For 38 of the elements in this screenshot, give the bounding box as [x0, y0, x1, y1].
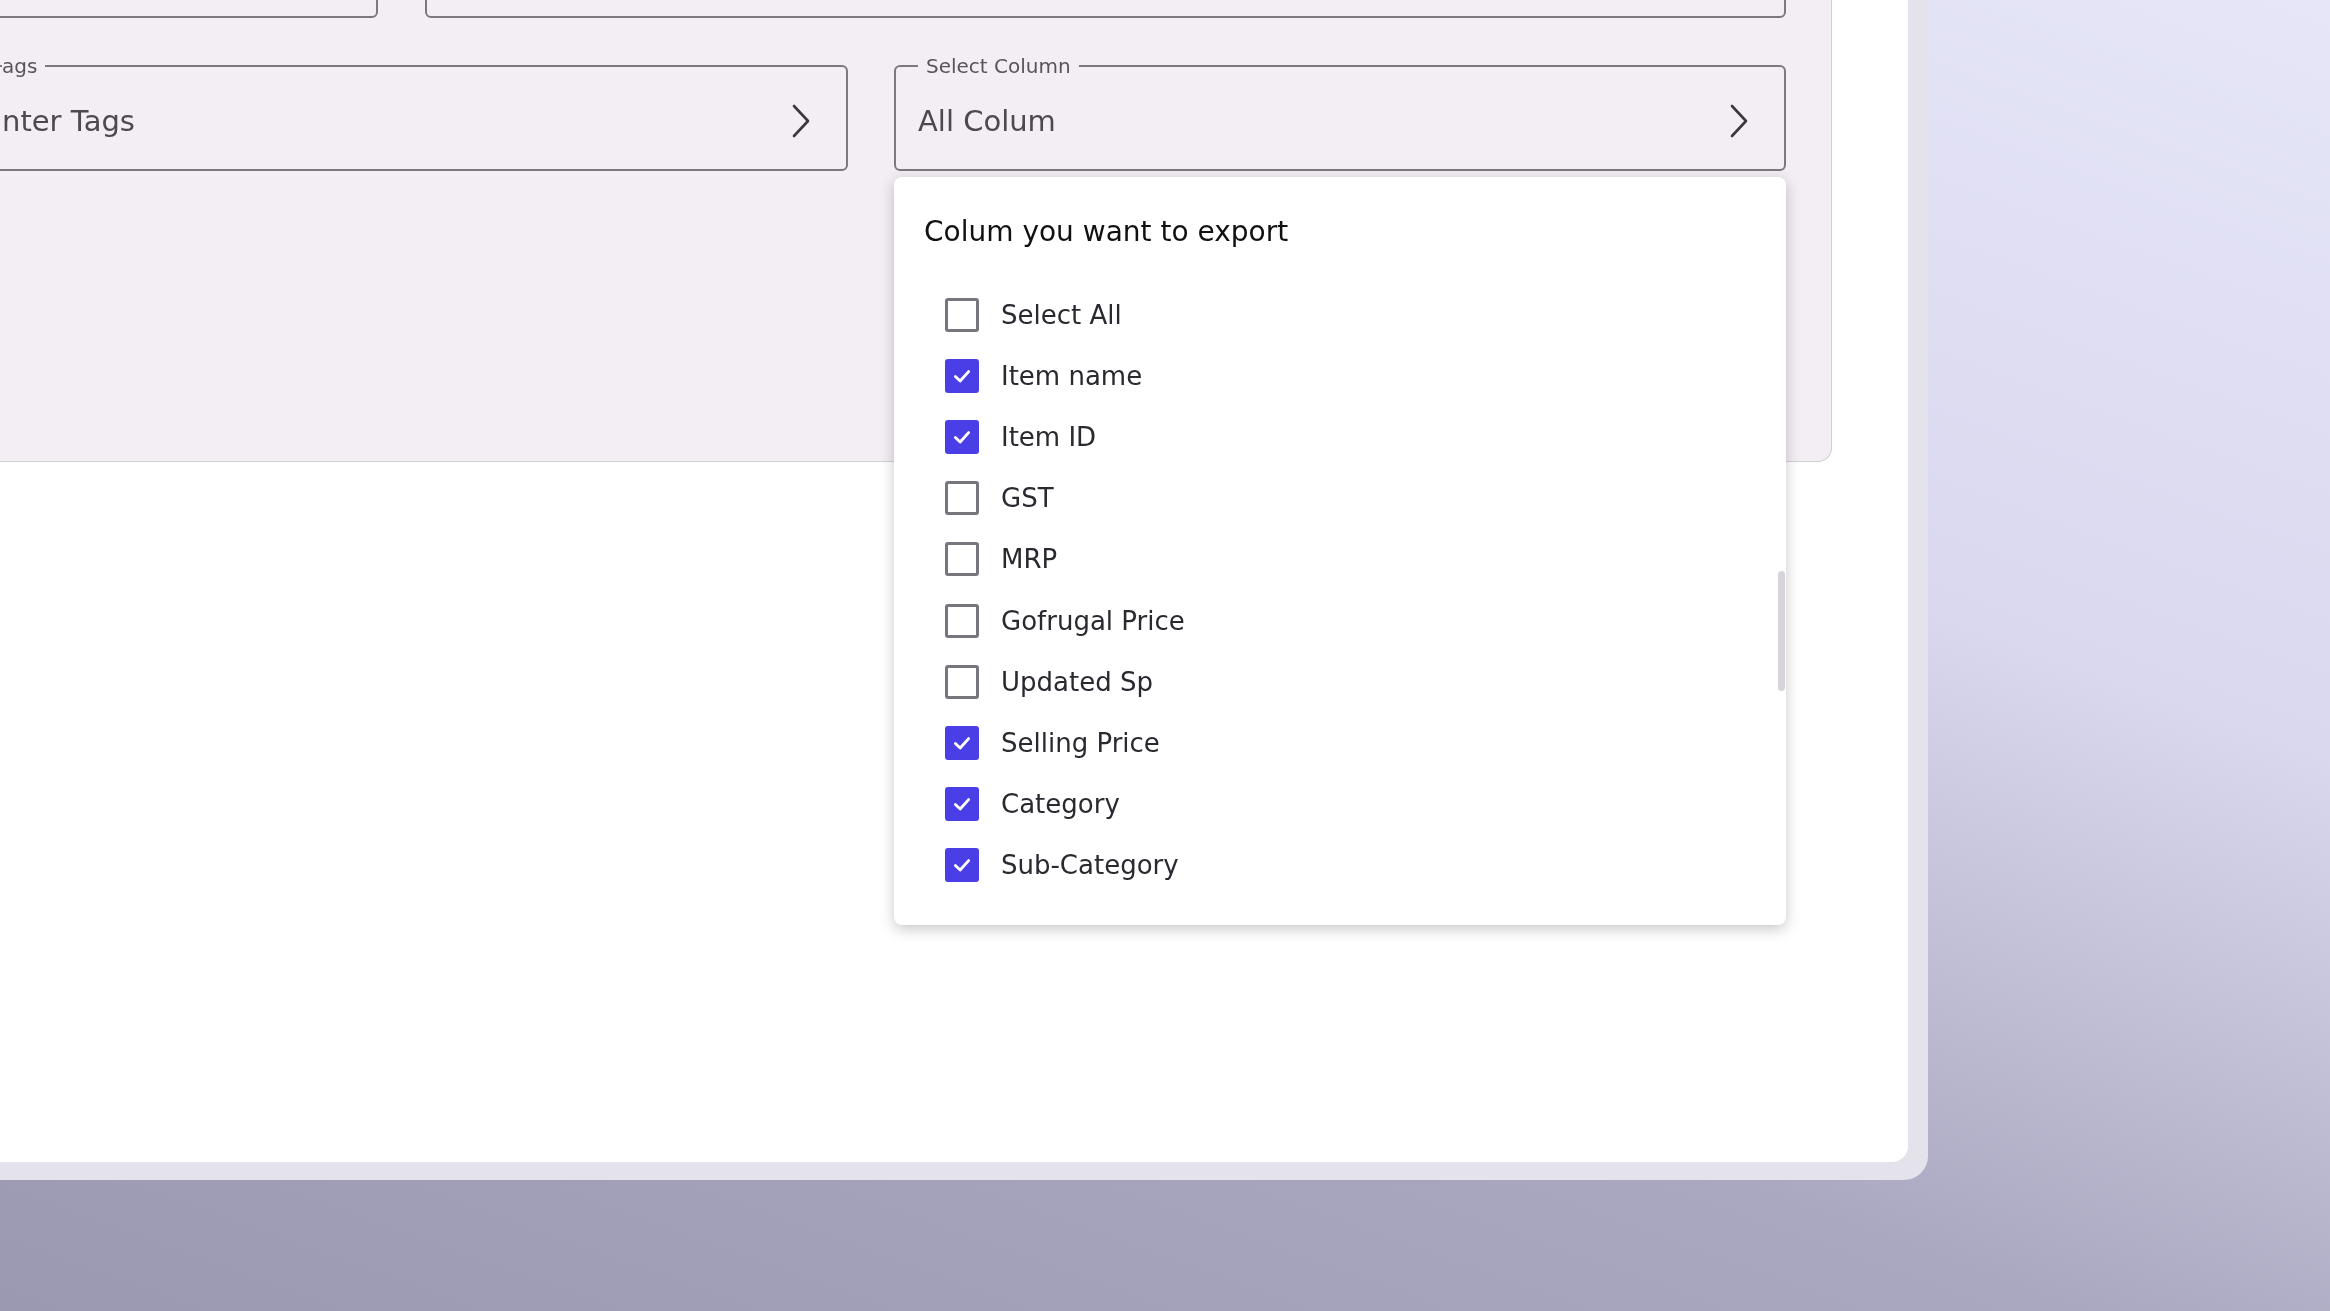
- scrollbar-thumb[interactable]: [1778, 571, 1785, 691]
- option-label: Item ID: [1001, 421, 1097, 452]
- option-label: Item name: [1001, 360, 1143, 391]
- checkbox[interactable]: [945, 419, 979, 454]
- option-label: GST: [1001, 483, 1054, 514]
- checkbox[interactable]: [945, 481, 979, 516]
- checkbox[interactable]: [945, 297, 979, 332]
- option-label: Select All: [1001, 299, 1122, 330]
- menu-title: Colum you want to export: [924, 215, 1290, 248]
- checkbox[interactable]: [945, 603, 979, 638]
- checkbox-option[interactable]: GST: [924, 467, 1756, 529]
- checkbox[interactable]: [945, 725, 979, 760]
- option-label: Category: [1001, 789, 1120, 820]
- checkbox-option[interactable]: Selling Price: [924, 712, 1756, 774]
- checkbox-option[interactable]: Select All: [924, 284, 1756, 346]
- option-label: Sub-Category: [1001, 850, 1179, 881]
- option-label: Selling Price: [1001, 727, 1160, 758]
- checkbox-option[interactable]: Sub-Category: [924, 834, 1756, 896]
- checkbox[interactable]: [945, 358, 979, 393]
- field-value: All Colum: [918, 103, 1056, 138]
- tags-input[interactable]: nter Tags: [2, 103, 602, 138]
- checkbox[interactable]: [945, 787, 979, 822]
- chevron-right-icon: [1730, 103, 1748, 138]
- field-label: Select Column: [925, 54, 1072, 78]
- option-label: Updated Sp: [1001, 666, 1153, 697]
- chevron-right-icon: [792, 103, 810, 138]
- option-label: Gofrugal Price: [1001, 605, 1185, 636]
- checkbox[interactable]: [945, 664, 979, 699]
- checkbox-option[interactable]: Updated Sp: [924, 651, 1756, 713]
- option-label: MRP: [1001, 544, 1058, 575]
- checkbox[interactable]: [945, 542, 979, 577]
- checkbox[interactable]: [945, 848, 979, 883]
- checkbox-option[interactable]: Item ID: [924, 406, 1756, 468]
- checkbox-option[interactable]: Gofrugal Price: [924, 589, 1756, 652]
- checkbox-option[interactable]: Item name: [924, 345, 1756, 407]
- checkbox-option[interactable]: Category: [924, 773, 1756, 835]
- field-label: ags: [2, 54, 39, 78]
- checkbox-option[interactable]: MRP: [924, 528, 1756, 590]
